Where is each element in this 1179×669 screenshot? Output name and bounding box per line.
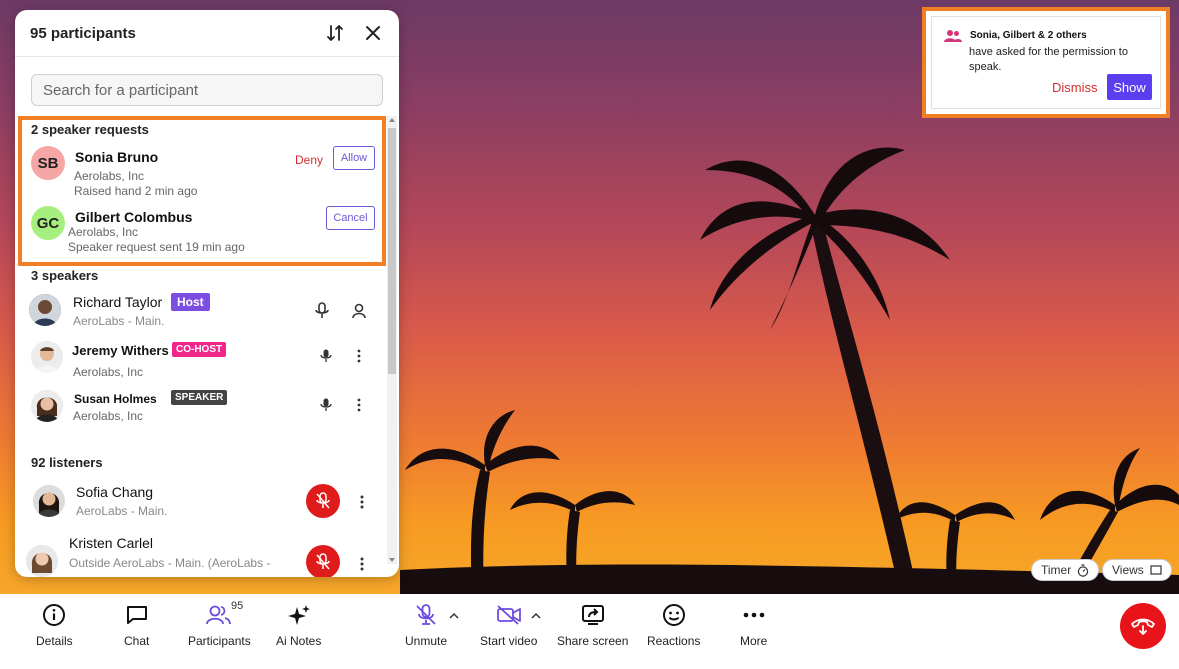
participant-name: Sofia Chang xyxy=(76,484,154,500)
participant-name: Susan Holmes xyxy=(74,392,157,406)
participant-name: Jeremy Withers xyxy=(72,343,169,358)
microphone-off-icon xyxy=(414,602,438,628)
start-video-button[interactable]: Start video xyxy=(480,602,537,648)
unmute-options-caret-icon[interactable] xyxy=(449,610,459,622)
dismiss-button[interactable]: Dismiss xyxy=(1052,80,1098,95)
participant-org: Aerolabs, Inc xyxy=(73,365,144,379)
video-options-caret-icon[interactable] xyxy=(531,610,541,622)
cancel-button[interactable]: Cancel xyxy=(326,206,375,230)
more-vertical-icon[interactable] xyxy=(349,346,369,366)
participant-name: Kristen Carlel xyxy=(69,535,154,551)
deny-button[interactable]: Deny xyxy=(295,153,323,167)
scrollbar-thumb[interactable] xyxy=(388,128,396,374)
window-icon xyxy=(1150,565,1162,575)
role-badge: Host xyxy=(171,293,210,311)
speaker-requests-title: 2 speaker requests xyxy=(31,122,149,137)
more-vertical-icon[interactable] xyxy=(349,395,369,415)
notification-card: Sonia, Gilbert & 2 others have asked for… xyxy=(931,16,1161,109)
participant-org: AeroLabs - Main. xyxy=(76,504,168,518)
participant-name: Richard Taylor xyxy=(73,294,163,310)
share-screen-button[interactable]: Share screen xyxy=(557,602,628,648)
ai-notes-button[interactable]: Ai Notes xyxy=(276,602,321,648)
share-screen-label: Share screen xyxy=(557,634,629,648)
search-input[interactable] xyxy=(31,74,383,106)
reactions-label: Reactions xyxy=(647,634,701,648)
panel-header: 95 participants xyxy=(15,10,399,57)
participants-panel: 95 participants 2 speaker requests SB So… xyxy=(15,10,399,577)
speakers-title: 3 speakers xyxy=(31,268,99,283)
participant-org: AeroLabs - Main. xyxy=(73,314,165,328)
smiley-icon xyxy=(662,602,686,628)
avatar xyxy=(29,294,61,326)
bottom-toolbar: Details Chat Participants 95 Ai Notes Un… xyxy=(0,594,1179,669)
microphone-icon[interactable] xyxy=(312,301,332,321)
muted-microphone-button[interactable] xyxy=(306,484,340,518)
person-icon[interactable] xyxy=(349,301,369,321)
sort-icon[interactable] xyxy=(324,22,346,44)
listeners-title: 92 listeners xyxy=(31,455,103,470)
scroll-up-icon[interactable] xyxy=(389,118,395,122)
hang-up-icon xyxy=(1131,618,1155,635)
avatar xyxy=(31,390,63,422)
start-video-label: Start video xyxy=(480,634,538,648)
sparkles-icon xyxy=(287,602,311,628)
allow-button[interactable]: Allow xyxy=(333,146,375,170)
video-off-icon xyxy=(496,602,522,628)
avatar xyxy=(31,341,63,373)
participant-name: Sonia Bruno xyxy=(75,149,159,165)
share-screen-icon xyxy=(581,602,605,628)
participants-icon xyxy=(206,602,232,628)
muted-microphone-button[interactable] xyxy=(306,545,340,577)
stopwatch-icon xyxy=(1077,563,1089,577)
unmute-button[interactable]: Unmute xyxy=(405,602,447,648)
views-label: Views xyxy=(1112,563,1144,577)
ai-notes-label: Ai Notes xyxy=(276,634,322,648)
people-icon xyxy=(944,29,962,48)
reactions-button[interactable]: Reactions xyxy=(647,602,700,648)
chat-icon xyxy=(125,602,149,628)
notification-title: Sonia, Gilbert & 2 others xyxy=(970,30,1087,41)
unmute-label: Unmute xyxy=(405,634,448,648)
chat-button[interactable]: Chat xyxy=(124,602,149,648)
participants-label: Participants xyxy=(188,634,251,648)
avatar: GC xyxy=(31,206,65,240)
speak-request-notification: Sonia, Gilbert & 2 others have asked for… xyxy=(922,7,1170,118)
close-icon[interactable] xyxy=(362,22,384,44)
participant-org: Aerolabs, Inc xyxy=(68,225,139,239)
participant-name: Gilbert Colombus xyxy=(75,209,193,225)
timer-button[interactable]: Timer xyxy=(1031,559,1100,581)
more-button[interactable]: More xyxy=(740,602,767,648)
details-label: Details xyxy=(36,634,73,648)
more-horizontal-icon xyxy=(743,602,765,628)
views-button[interactable]: Views xyxy=(1102,559,1172,581)
notification-body: have asked for the permission to speak. xyxy=(969,46,1128,73)
timer-label: Timer xyxy=(1041,563,1072,577)
participant-org: Aerolabs, Inc xyxy=(73,409,144,423)
participants-count-badge: 95 xyxy=(231,600,244,612)
microphone-icon[interactable] xyxy=(316,395,336,415)
details-button[interactable]: Details xyxy=(36,602,73,648)
microphone-icon[interactable] xyxy=(316,346,336,366)
request-status: Speaker request sent 19 min ago xyxy=(68,240,245,254)
role-badge: SPEAKER xyxy=(171,390,228,405)
role-badge: CO-HOST xyxy=(172,342,227,357)
request-status: Raised hand 2 min ago xyxy=(74,184,198,198)
info-icon xyxy=(42,602,66,628)
avatar xyxy=(26,545,58,577)
participant-org: Outside AeroLabs - Main. (AeroLabs - xyxy=(69,556,271,570)
more-label: More xyxy=(740,634,768,648)
avatar: SB xyxy=(31,146,65,180)
chat-label: Chat xyxy=(124,634,150,648)
show-button[interactable]: Show xyxy=(1107,74,1152,100)
end-call-button[interactable] xyxy=(1120,603,1166,649)
scroll-down-icon[interactable] xyxy=(389,558,395,562)
panel-title: 95 participants xyxy=(30,24,136,42)
more-vertical-icon[interactable] xyxy=(352,554,372,574)
avatar xyxy=(33,485,65,517)
participant-org: Aerolabs, Inc xyxy=(74,169,145,183)
panel-scrollbar[interactable] xyxy=(387,116,397,564)
more-vertical-icon[interactable] xyxy=(352,492,372,512)
